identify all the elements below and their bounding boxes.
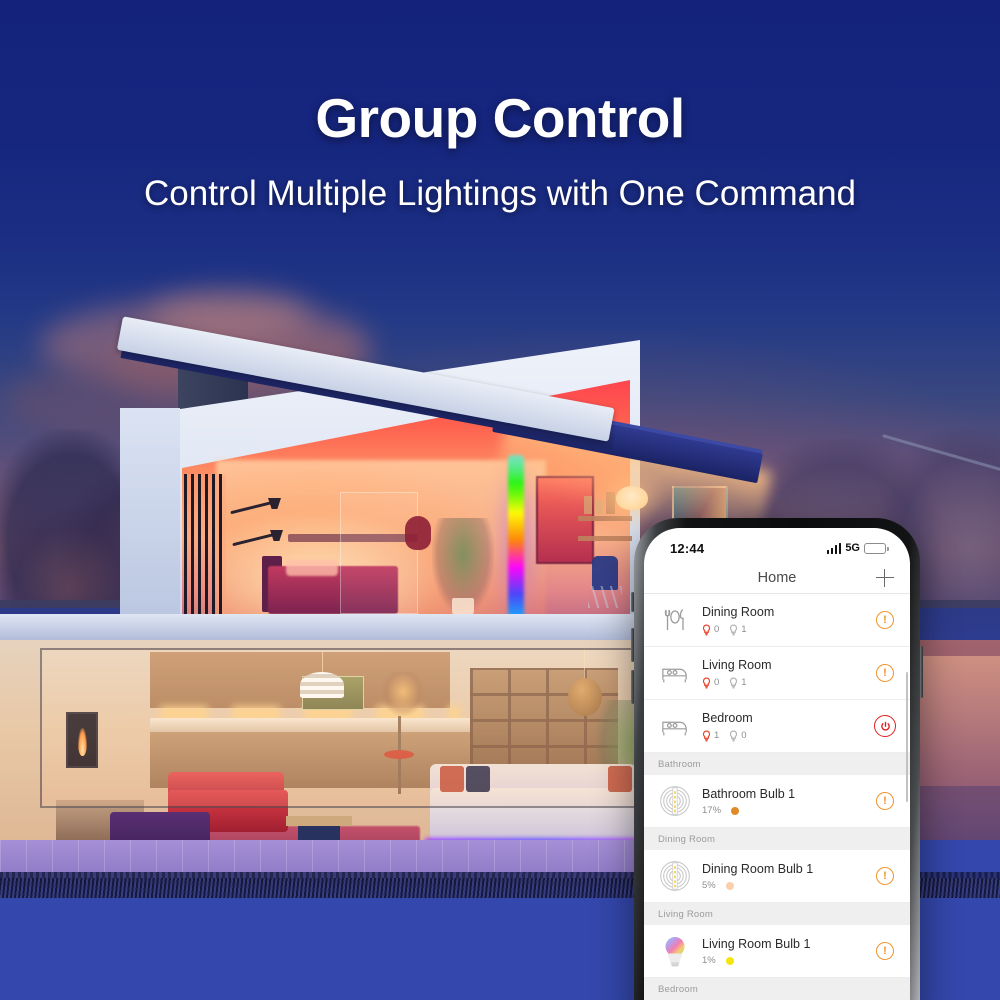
brightness-value: 1% bbox=[702, 955, 716, 967]
app-nav-bar: Home bbox=[644, 562, 910, 594]
volume-up-button[interactable] bbox=[631, 628, 634, 662]
scrollbar[interactable] bbox=[905, 672, 908, 802]
row-action[interactable]: ! bbox=[874, 867, 896, 885]
color-swatch bbox=[725, 956, 734, 965]
window-slats bbox=[184, 474, 226, 626]
room-info: Living Room 0 1 bbox=[702, 657, 864, 689]
device-name: Bathroom Bulb 1 bbox=[702, 786, 796, 801]
brightness-value: 5% bbox=[702, 880, 716, 892]
device-info: Dining Room Bulb 1 5% bbox=[702, 861, 864, 892]
bed-pillow bbox=[286, 560, 338, 576]
network-label: 5G bbox=[845, 542, 860, 554]
group-header: Dining Room bbox=[644, 828, 910, 850]
list-item[interactable]: Dining Room 0 1 ! bbox=[644, 594, 910, 647]
warning-icon[interactable]: ! bbox=[876, 792, 894, 810]
row-action[interactable] bbox=[874, 715, 896, 737]
volume-down-button[interactable] bbox=[631, 670, 634, 704]
bulbs-off-count: 1 bbox=[729, 677, 747, 689]
status-time: 12:44 bbox=[670, 540, 705, 556]
bulbs-on-count: 1 bbox=[702, 730, 719, 742]
hero-text-block: Group Control Control Multiple Lightings… bbox=[0, 0, 1000, 214]
room-info: Bedroom 1 0 bbox=[702, 710, 864, 742]
phone-mockup: 12:44 5G Home Dining Room 0 1 ! Living R… bbox=[631, 518, 923, 1000]
plus-icon[interactable] bbox=[876, 568, 894, 587]
glass-partition bbox=[340, 492, 418, 614]
shelf bbox=[578, 516, 632, 521]
warning-icon[interactable]: ! bbox=[876, 611, 894, 629]
bed-icon bbox=[658, 656, 692, 690]
list-item[interactable]: Living Room 0 1 ! bbox=[644, 647, 910, 700]
adjacent-building-window bbox=[912, 656, 1000, 786]
device-list[interactable]: Dining Room 0 1 ! Living Room 0 1 ! Bedr… bbox=[644, 594, 910, 1000]
round-mirror bbox=[405, 516, 431, 550]
room-counts: 0 1 bbox=[702, 677, 864, 689]
group-header: Bedroom bbox=[644, 978, 910, 1000]
bed-icon bbox=[658, 709, 692, 743]
page-subtitle: Control Multiple Lightings with One Comm… bbox=[144, 174, 856, 213]
room-counts: 1 0 bbox=[702, 730, 864, 742]
device-info: Bathroom Bulb 1 17% bbox=[702, 786, 864, 817]
group-header: Living Room bbox=[644, 903, 910, 925]
page-title-home: Home bbox=[757, 569, 797, 586]
power-icon[interactable] bbox=[874, 715, 896, 737]
device-state: 5% bbox=[702, 880, 864, 891]
upper-wall bbox=[120, 408, 180, 630]
page-title: Group Control bbox=[315, 87, 685, 149]
status-indicators: 5G bbox=[826, 542, 889, 554]
row-action[interactable]: ! bbox=[874, 792, 896, 810]
room-counts: 0 1 bbox=[702, 624, 864, 636]
brightness-value: 17% bbox=[702, 805, 722, 817]
coffee-table bbox=[286, 816, 352, 826]
device-name: Dining Room Bulb 1 bbox=[702, 861, 814, 876]
room-name: Living Room bbox=[702, 658, 772, 673]
chair bbox=[592, 556, 618, 590]
power-button-hardware[interactable] bbox=[920, 646, 923, 698]
chair-legs bbox=[588, 586, 622, 608]
list-item[interactable]: Dining Room Bulb 1 5% ! bbox=[644, 850, 910, 903]
light-strip-icon bbox=[658, 859, 692, 893]
warning-icon[interactable]: ! bbox=[876, 867, 894, 885]
floor-slab bbox=[0, 614, 660, 642]
device-name: Living Room Bulb 1 bbox=[702, 936, 811, 951]
device-info: Living Room Bulb 1 1% bbox=[702, 936, 864, 967]
warning-icon[interactable]: ! bbox=[876, 664, 894, 682]
group-header: Bathroom bbox=[644, 753, 910, 775]
light-strip-icon bbox=[658, 784, 692, 818]
room-info: Dining Room 0 1 bbox=[702, 604, 864, 636]
cutlery-icon bbox=[658, 603, 692, 637]
list-item[interactable]: Living Room Bulb 1 1% ! bbox=[644, 925, 910, 978]
row-action[interactable]: ! bbox=[874, 611, 896, 629]
bulbs-off-count: 0 bbox=[729, 730, 747, 742]
bulbs-on-count: 0 bbox=[702, 677, 719, 689]
warning-icon[interactable]: ! bbox=[876, 942, 894, 960]
device-state: 17% bbox=[702, 805, 864, 816]
bulbs-off-count: 1 bbox=[729, 624, 747, 636]
bulbs-on-count: 0 bbox=[702, 624, 719, 636]
device-state: 1% bbox=[702, 955, 864, 966]
phone-screen: 12:44 5G Home Dining Room 0 1 ! Living R… bbox=[644, 528, 910, 1000]
color-swatch bbox=[731, 806, 740, 815]
mute-switch[interactable] bbox=[631, 592, 634, 612]
lower-glass-wall bbox=[40, 648, 640, 808]
row-action[interactable]: ! bbox=[874, 664, 896, 682]
battery-icon bbox=[864, 542, 889, 554]
list-item[interactable]: Bedroom 1 0 bbox=[644, 700, 910, 753]
status-bar: 12:44 5G bbox=[644, 528, 910, 562]
color-bulb-icon bbox=[658, 934, 692, 968]
row-action[interactable]: ! bbox=[874, 942, 896, 960]
room-name: Bedroom bbox=[702, 711, 753, 726]
signal-bars-icon bbox=[826, 542, 842, 554]
color-swatch bbox=[725, 881, 734, 890]
shelf bbox=[578, 536, 632, 541]
room-name: Dining Room bbox=[702, 605, 775, 620]
list-item[interactable]: Bathroom Bulb 1 17% ! bbox=[644, 775, 910, 828]
